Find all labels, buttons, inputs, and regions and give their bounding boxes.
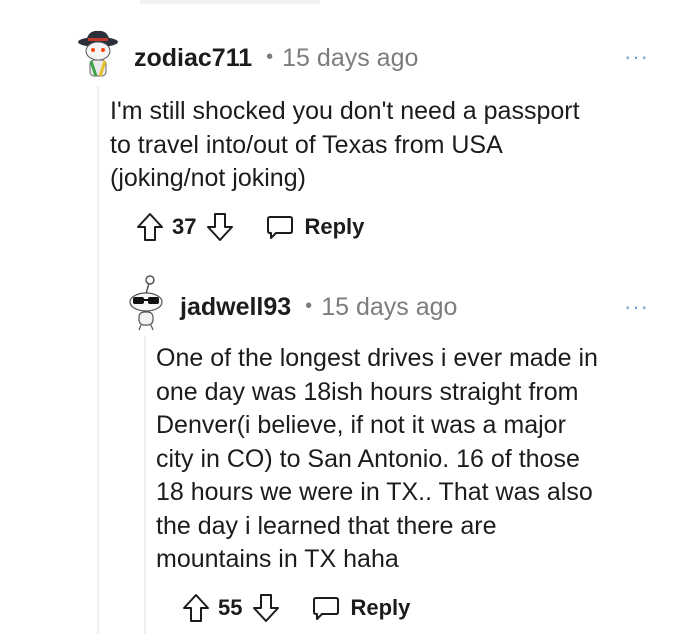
username[interactable]: zodiac711: [134, 44, 252, 73]
snoo-avatar-sunglasses-icon[interactable]: [124, 274, 168, 331]
comment-body-line: I'm still shocked you don't need a passp…: [110, 97, 580, 125]
comment-body: One of the longest drives i ever made in…: [156, 342, 598, 577]
comment-body-line: one day was 18ish hours straight from: [156, 377, 579, 406]
downvote-arrow-icon[interactable]: [206, 212, 234, 242]
downvote-arrow-icon[interactable]: [252, 593, 280, 623]
reply-label: Reply: [304, 214, 365, 239]
comment-actions: 55 Reply: [182, 591, 410, 625]
separator-dot: •: [305, 295, 313, 317]
comment-body: I'm still shocked you don't need a passp…: [110, 95, 580, 196]
comment-zodiac711: zodiac711 • 15 days ago ··· I'm still sh…: [0, 0, 700, 260]
reply-button[interactable]: Reply: [312, 595, 410, 621]
comment-body-line: Denver(i believe, if not it was a major: [156, 411, 566, 439]
upvote-arrow-icon[interactable]: [136, 212, 164, 242]
timestamp[interactable]: 15 days ago: [321, 293, 457, 322]
comment-body-line: to travel into/out of Texas from USA: [110, 130, 503, 159]
comment-header: jadwell93 • 15 days ago: [180, 293, 457, 322]
vote-score: 55: [218, 595, 243, 620]
reply-bubble-icon: [312, 595, 340, 621]
comment-body-line: the day i learned that there are: [156, 511, 497, 540]
more-options-button[interactable]: ···: [624, 44, 649, 70]
upvote-arrow-icon[interactable]: [182, 593, 210, 623]
comment-actions: 37 Reply: [136, 210, 364, 244]
snoo-avatar-hat-icon[interactable]: [76, 28, 120, 77]
comment-body-line: mountains in TX haha: [156, 545, 399, 573]
comment-body-line: (joking/not joking): [110, 164, 306, 192]
timestamp[interactable]: 15 days ago: [282, 44, 418, 73]
reply-bubble-icon: [266, 214, 294, 240]
reply-button[interactable]: Reply: [266, 214, 364, 240]
comment-body-line: 18 hours we were in TX.. That was also: [156, 478, 593, 506]
comment-body-line: city in CO) to San Antonio. 16 of those: [156, 444, 580, 473]
reply-label: Reply: [350, 595, 411, 620]
comment-jadwell93: jadwell93 • 15 days ago ··· One of the l…: [0, 260, 700, 634]
comment-body-line: One of the longest drives i ever made in: [156, 344, 598, 372]
separator-dot: •: [266, 46, 274, 68]
username[interactable]: jadwell93: [180, 293, 291, 322]
comment-header: zodiac711 • 15 days ago: [134, 44, 418, 73]
more-options-button[interactable]: ···: [624, 294, 649, 320]
vote-score: 37: [172, 214, 197, 239]
